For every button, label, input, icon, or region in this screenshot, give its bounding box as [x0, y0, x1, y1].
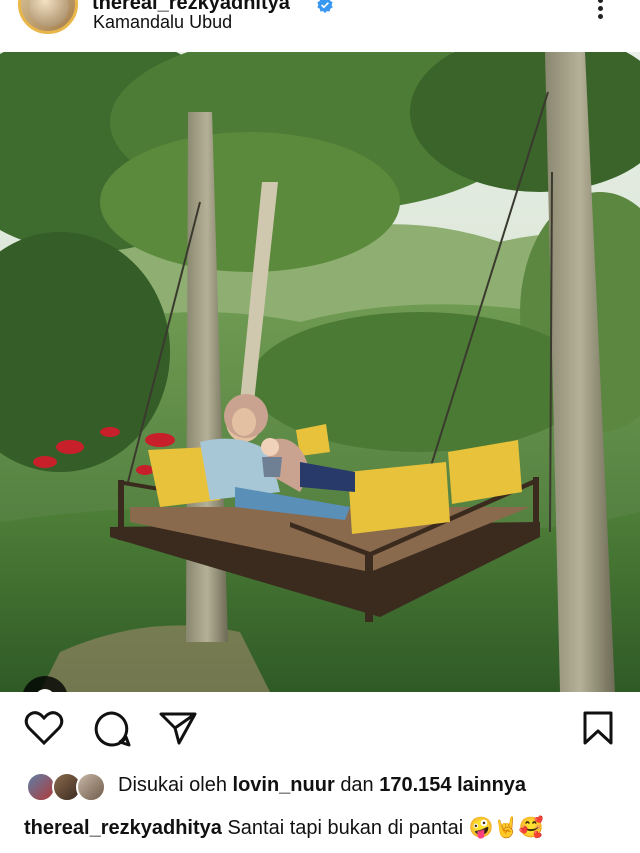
caption-emojis: 🤪🤘🥰 — [468, 815, 544, 839]
caption-username[interactable]: thereal_rezkyadhitya — [24, 817, 222, 839]
more-options-icon[interactable] — [591, 0, 609, 24]
verified-badge-icon — [317, 0, 333, 13]
action-bar — [0, 692, 640, 762]
share-icon[interactable] — [158, 710, 198, 746]
likes-prefix: Disukai oleh — [118, 774, 227, 796]
liker-username[interactable]: lovin_nuur — [233, 774, 335, 796]
jungle-swing-photo — [0, 52, 640, 692]
likes-connector: dan — [340, 774, 374, 796]
caption-text: Santai tapi bukan di pantai — [227, 817, 464, 839]
bookmark-icon[interactable] — [582, 710, 614, 746]
liker-avatar — [76, 772, 106, 802]
heart-icon[interactable] — [24, 710, 64, 746]
likes-count[interactable]: 170.154 — [379, 774, 451, 796]
post-photo[interactable] — [0, 52, 640, 692]
likes-suffix[interactable]: lainnya — [457, 774, 526, 796]
likes-row[interactable]: Disukai oleh lovin_nuur dan 170.154 lain… — [0, 768, 640, 808]
post-location[interactable]: Kamandalu Ubud — [93, 12, 232, 33]
post-header: thereal_rezkyadhitya Kamandalu Ubud — [0, 0, 640, 52]
likes-summary: Disukai oleh lovin_nuur dan 170.154 lain… — [118, 774, 526, 797]
post-caption: thereal_rezkyadhitya Santai tapi bukan d… — [24, 815, 543, 840]
profile-avatar[interactable] — [18, 0, 78, 34]
comment-icon[interactable] — [92, 710, 132, 748]
tagged-user-icon[interactable] — [22, 676, 68, 692]
